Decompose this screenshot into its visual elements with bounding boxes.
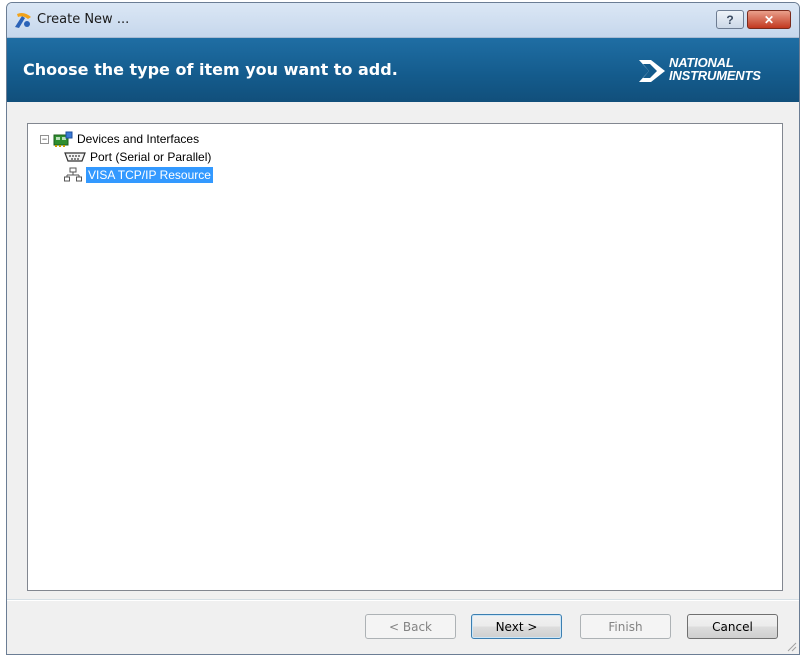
close-button[interactable]: ✕ bbox=[747, 10, 791, 29]
title-bar[interactable]: Create New ... ? ✕ bbox=[7, 3, 799, 38]
tree-item-label-selected: VISA TCP/IP Resource bbox=[86, 167, 213, 183]
tree-root-item[interactable]: − Devices and Interfaces bbox=[40, 130, 199, 148]
national-instruments-logo: NATIONAL INSTRUMENTS bbox=[639, 56, 789, 86]
close-icon: ✕ bbox=[763, 12, 775, 27]
help-button[interactable]: ? bbox=[716, 10, 744, 29]
network-icon bbox=[64, 167, 82, 182]
serial-port-icon bbox=[64, 152, 86, 162]
page-title: Choose the type of item you want to add. bbox=[23, 60, 398, 79]
ni-max-app-icon bbox=[15, 13, 31, 28]
collapse-icon[interactable]: − bbox=[40, 134, 49, 144]
devices-interfaces-icon bbox=[53, 131, 73, 147]
window-title: Create New ... bbox=[37, 12, 130, 27]
back-button[interactable]: < Back bbox=[365, 614, 456, 639]
tree-item-visa-tcpip[interactable]: VISA TCP/IP Resource bbox=[64, 166, 213, 184]
cancel-button[interactable]: Cancel bbox=[687, 614, 778, 639]
logo-line-2: INSTRUMENTS bbox=[669, 68, 761, 83]
tree-root-label: Devices and Interfaces bbox=[77, 132, 200, 146]
help-icon: ? bbox=[726, 12, 734, 27]
next-button[interactable]: Next > bbox=[471, 614, 562, 639]
finish-button[interactable]: Finish bbox=[580, 614, 671, 639]
wizard-header: Choose the type of item you want to add.… bbox=[7, 38, 799, 102]
item-type-tree[interactable]: − Devices and Interfaces Port (Serial or… bbox=[27, 123, 783, 591]
tree-item-serial-port[interactable]: Port (Serial or Parallel) bbox=[64, 148, 211, 166]
create-new-dialog: Create New ... ? ✕ Choose the type of it… bbox=[6, 2, 800, 655]
resize-grip-icon[interactable] bbox=[785, 640, 797, 652]
tree-item-label: Port (Serial or Parallel) bbox=[90, 150, 212, 164]
ni-eagle-icon bbox=[639, 60, 665, 82]
footer-divider bbox=[7, 599, 799, 601]
